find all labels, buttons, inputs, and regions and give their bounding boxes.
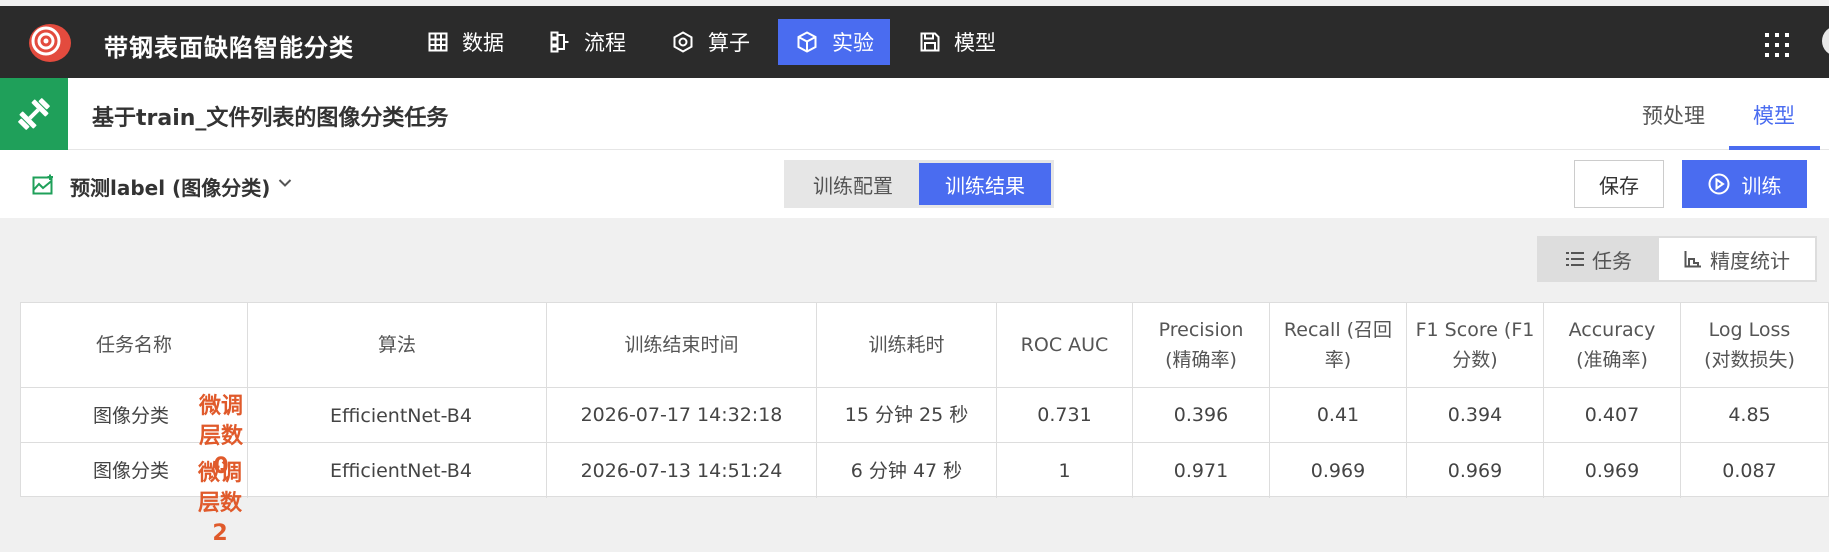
nav-item-model[interactable]: 模型: [902, 19, 1012, 65]
cube-icon: [797, 31, 817, 53]
view-tasks-label: 任务: [1592, 248, 1632, 273]
nav-item-experiment[interactable]: 实验: [778, 19, 890, 65]
app-logo-icon: [29, 24, 71, 62]
cell-accuracy: 0.407: [1544, 388, 1681, 442]
header-task-name[interactable]: 任务名称: [21, 303, 248, 387]
table-header-row: 任务名称 算法 训练结束时间 训练耗时 ROC AUC Precision (精…: [21, 303, 1829, 388]
chevron-down-icon[interactable]: [278, 178, 292, 188]
grid-table-icon: [428, 32, 448, 52]
header-algorithm[interactable]: 算法: [248, 303, 547, 387]
cell-end-time: 2026-07-13 14:51:24: [547, 443, 817, 498]
tab-model[interactable]: 模型: [1753, 100, 1795, 130]
header-recall[interactable]: Recall (召回 率): [1270, 303, 1407, 387]
image-chart-icon: [32, 174, 53, 195]
cell-f1: 0.969: [1407, 443, 1544, 498]
annotation-note: 微调层数2: [197, 461, 242, 546]
cell-recall: 0.41: [1270, 388, 1407, 442]
cell-log-loss: 0.087: [1722, 459, 1777, 482]
table-row[interactable]: 图像分类 微调层数0 EfficientNet-B4 2026-07-17 14…: [21, 388, 1829, 479]
cell-duration: 15 分钟 25 秒: [817, 388, 997, 442]
view-stats-label: 精度统计: [1710, 248, 1790, 273]
avatar[interactable]: [1822, 26, 1829, 56]
toolbar: 预测label (图像分类) 训练配置 训练结果 保存 训练: [0, 150, 1829, 218]
cell-precision: 0.396: [1133, 388, 1270, 442]
header-f1[interactable]: F1 Score (F1 分数): [1407, 303, 1544, 387]
cell-end-time: 2026-07-17 14:32:18: [547, 388, 817, 442]
cell-task: 图像分类 微调层数0: [21, 388, 248, 479]
nav-item-label: 实验: [832, 31, 874, 55]
apps-grid-icon[interactable]: [1764, 32, 1790, 58]
view-accuracy-stats[interactable]: 精度统计: [1659, 238, 1815, 280]
view-segment: 训练配置 训练结果: [784, 160, 1054, 208]
page-title: 基于train_文件列表的图像分类任务: [92, 106, 449, 131]
algorithm-name: EfficientNet-B4: [330, 405, 472, 427]
train-button[interactable]: 训练: [1682, 160, 1807, 208]
nav-item-label: 流程: [584, 31, 626, 55]
task-header: 基于train_文件列表的图像分类任务 预处理 模型: [0, 78, 1829, 150]
cell-f1: 0.394: [1407, 388, 1544, 442]
nav-item-label: 数据: [462, 31, 504, 55]
tab-preprocess[interactable]: 预处理: [1642, 100, 1705, 130]
header-precision[interactable]: Precision (精确率): [1133, 303, 1270, 387]
flow-icon: [550, 31, 569, 53]
header-log-loss[interactable]: Log Loss (对数损失): [1681, 303, 1818, 387]
header-duration[interactable]: 训练耗时: [817, 303, 997, 387]
save-button[interactable]: 保存: [1574, 160, 1664, 208]
train-button-label: 训练: [1741, 173, 1782, 198]
cell-algorithm: EfficientNet-B4: [248, 443, 547, 498]
cell-precision: 0.971: [1133, 443, 1270, 498]
view-tasks[interactable]: 任务: [1539, 238, 1659, 280]
cell-task: 图像分类 微调层数2: [21, 443, 248, 546]
cell-recall: 0.969: [1270, 443, 1407, 498]
main-nav: 数据 流程 算子 实验 模型: [410, 19, 1024, 65]
task-name: 图像分类: [93, 460, 170, 482]
nav-item-flow[interactable]: 流程: [532, 19, 642, 65]
cell-accuracy: 0.969: [1544, 443, 1681, 498]
cell-algorithm: EfficientNet-B4: [248, 388, 547, 442]
task-badge: [0, 78, 68, 150]
task-name: 图像分类: [93, 405, 170, 427]
top-nav-bar: 带钢表面缺陷智能分类 数据 流程 算子 实验 模型: [0, 6, 1829, 78]
app-title: 带钢表面缺陷智能分类: [104, 34, 354, 62]
header-accuracy[interactable]: Accuracy (准确率): [1544, 303, 1681, 387]
result-view-toggle: 任务 精度统计: [1537, 236, 1817, 282]
nav-item-data[interactable]: 数据: [410, 19, 520, 65]
table-row[interactable]: 图像分类 微调层数2 EfficientNet-B4 2026-07-13 14…: [21, 443, 1829, 546]
tab-train-result[interactable]: 训练结果: [919, 163, 1051, 205]
nav-item-label: 算子: [708, 31, 750, 55]
tab-train-config[interactable]: 训练配置: [787, 163, 919, 205]
header-roc-auc[interactable]: ROC AUC: [997, 303, 1133, 387]
nav-item-operator[interactable]: 算子: [654, 19, 766, 65]
cell-roc-auc: 0.731: [997, 388, 1133, 442]
play-circle-icon: [1708, 173, 1729, 195]
header-end-time[interactable]: 训练结束时间: [547, 303, 817, 387]
save-model-icon: [920, 32, 940, 52]
target-select[interactable]: 预测label (图像分类): [70, 172, 270, 201]
results-table: 任务名称 算法 训练结束时间 训练耗时 ROC AUC Precision (精…: [20, 302, 1829, 546]
list-icon: [1566, 252, 1584, 266]
cell-roc-auc: 1: [997, 443, 1133, 498]
dumbbell-icon: [18, 98, 50, 130]
cell-duration: 6 分钟 47 秒: [817, 443, 997, 498]
nav-item-label: 模型: [954, 31, 996, 55]
operator-hex-icon: [673, 31, 693, 53]
algorithm-name: EfficientNet-B4: [330, 460, 472, 482]
cell-log-loss: 4.85: [1728, 404, 1771, 426]
chart-icon: [1684, 251, 1701, 268]
